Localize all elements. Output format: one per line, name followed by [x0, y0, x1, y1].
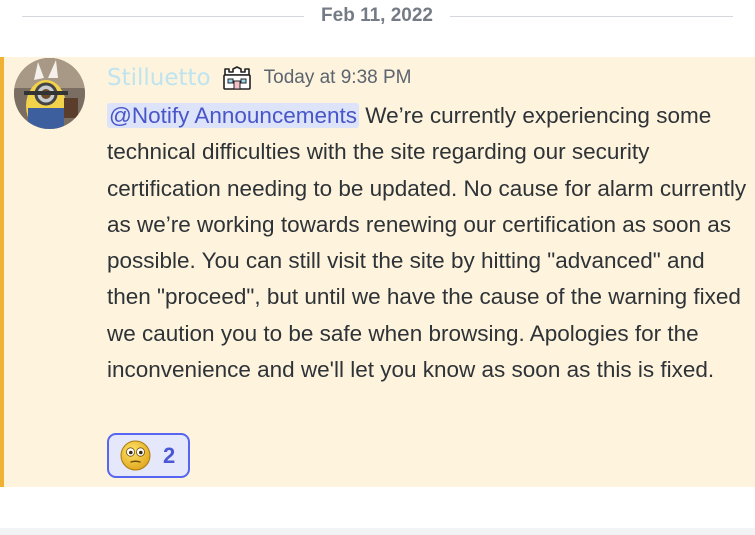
- divider-date: Feb 11, 2022: [321, 5, 433, 26]
- message-timestamp: Today at 9:38 PM: [263, 67, 412, 88]
- mention-highlight-bar: [0, 57, 4, 487]
- message-body: We’re currently experiencing some techni…: [107, 103, 747, 383]
- message-row[interactable]: Stilluetto Today at 9:38 PM @Notify Anno…: [0, 57, 755, 487]
- date-divider: Feb 11, 2022: [0, 0, 755, 36]
- reaction-button[interactable]: 2: [107, 433, 190, 478]
- divider-line-left: [22, 16, 304, 17]
- reaction-count: 2: [163, 442, 176, 468]
- flushed-face-emoji-icon: [120, 440, 151, 471]
- bot-castle-icon: [221, 65, 253, 91]
- message-header: Stilluetto Today at 9:38 PM: [107, 62, 412, 94]
- divider-line-right: [450, 16, 733, 17]
- role-mention[interactable]: @Notify Announcements: [107, 103, 359, 128]
- author-name[interactable]: Stilluetto: [107, 65, 211, 91]
- footer-strip: [0, 528, 755, 535]
- avatar[interactable]: [14, 58, 85, 129]
- message-content: @Notify Announcements We’re currently ex…: [107, 98, 747, 388]
